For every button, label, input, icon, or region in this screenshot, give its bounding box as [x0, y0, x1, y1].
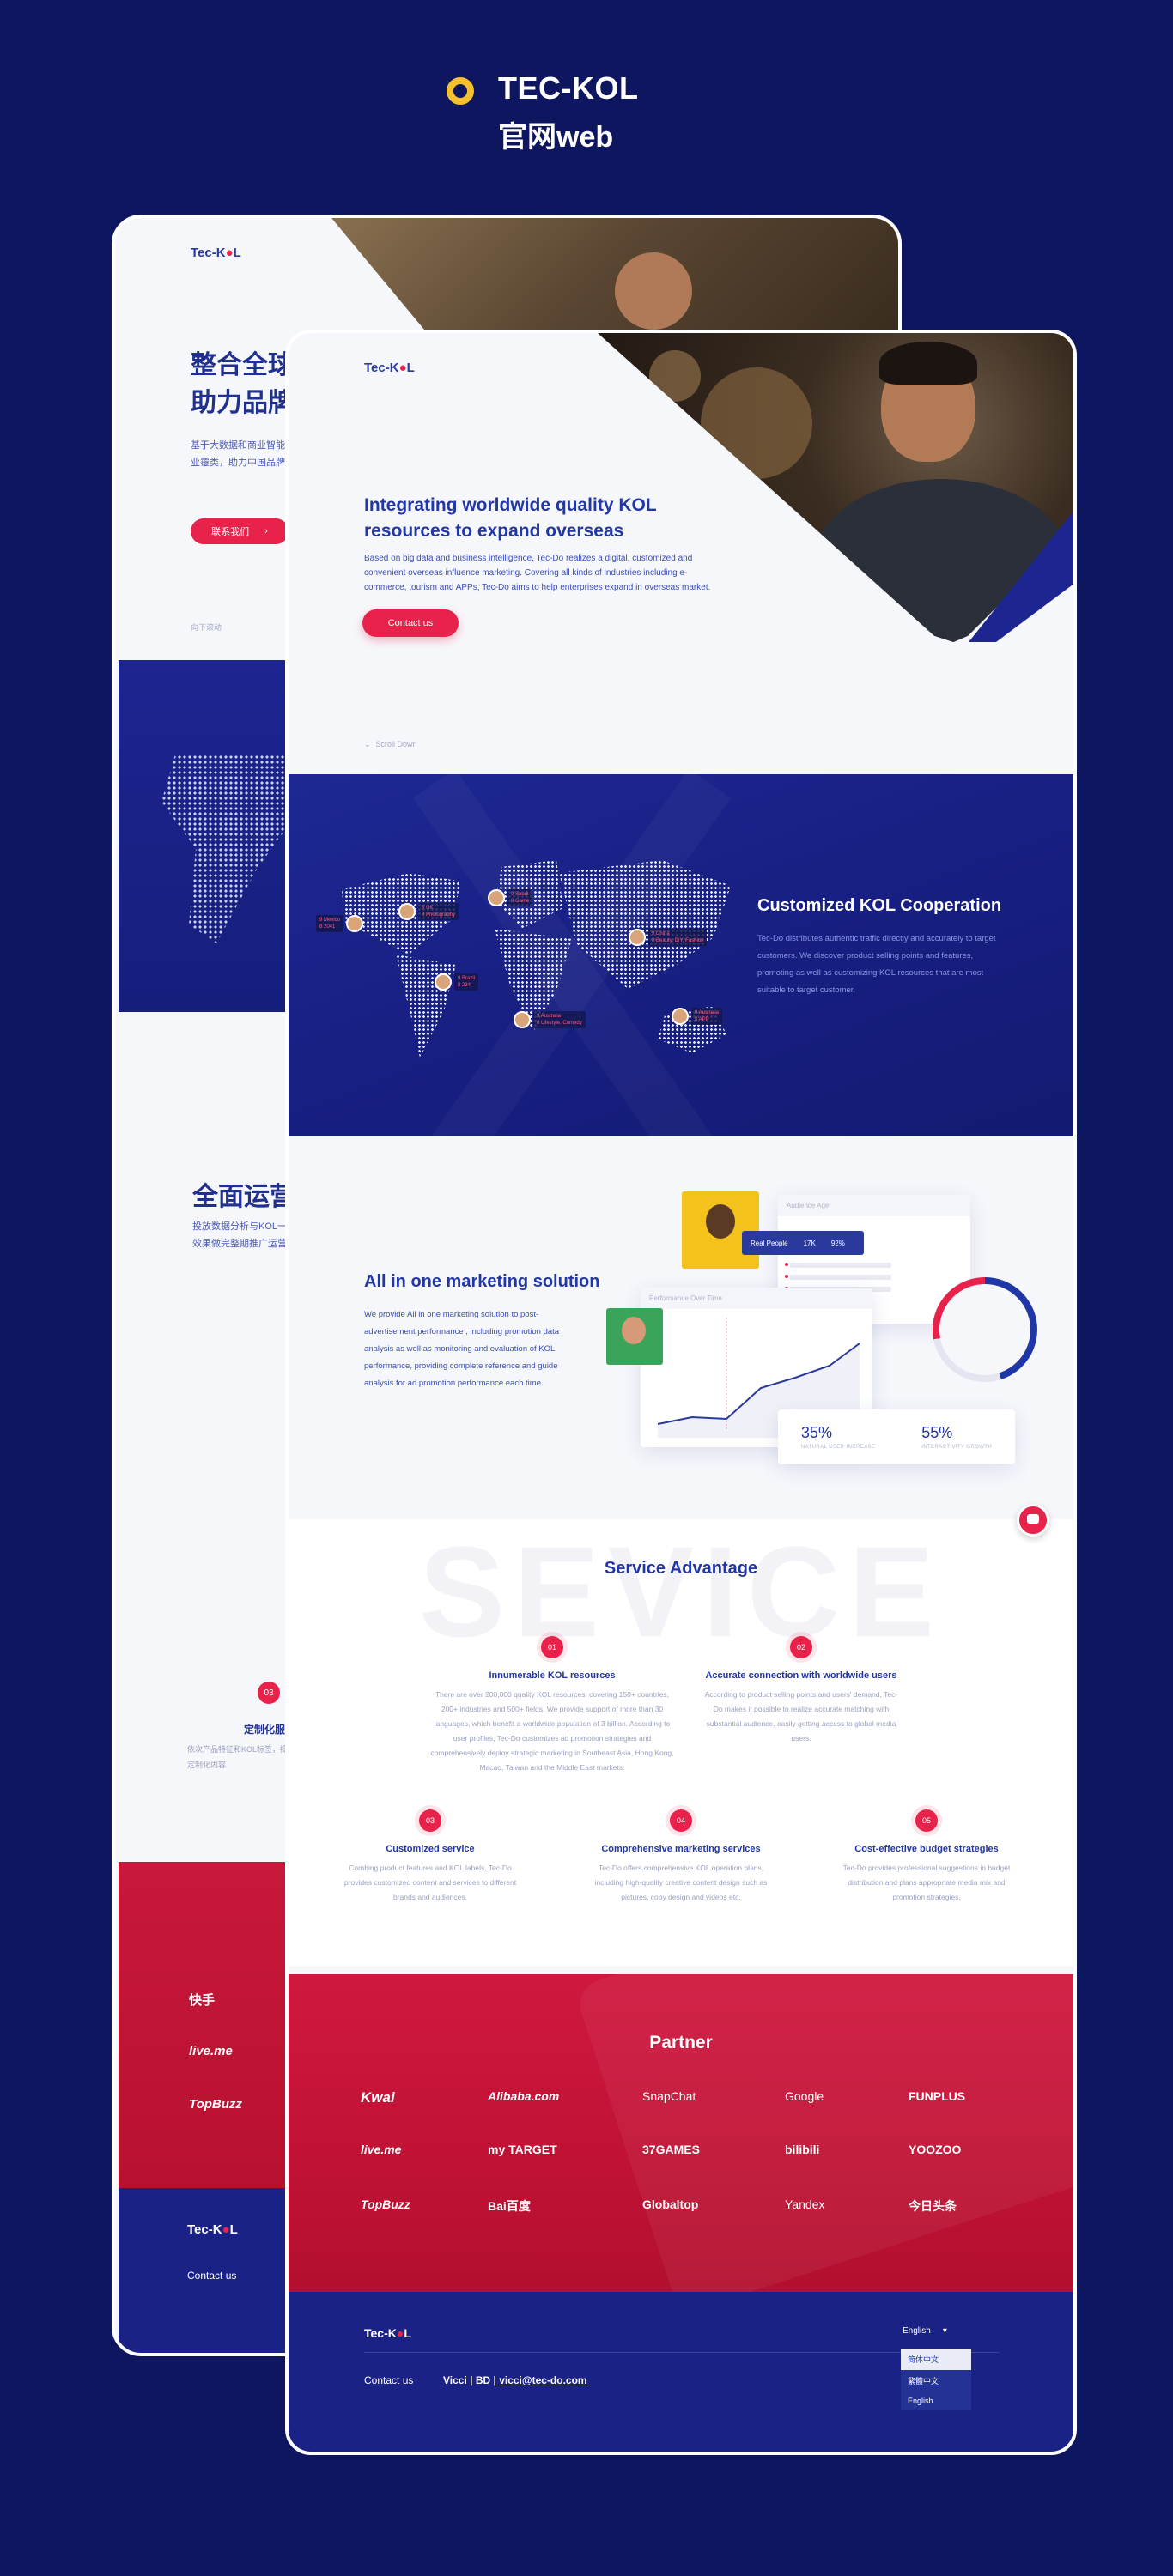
service-item: 05 Cost-effective budget strategies Tec-… — [802, 1809, 1051, 1905]
service-number: 03 — [258, 1682, 280, 1704]
influencer-photo — [606, 1308, 663, 1365]
site-logo[interactable]: Tec-K●L — [191, 245, 241, 260]
footer-contact-info: Vicci | BD | vicci@tec-do.com — [443, 2374, 587, 2386]
partner-logo-bilibili[interactable]: bilibili — [785, 2143, 819, 2156]
partner-logo[interactable]: TopBuzz — [189, 2097, 242, 2112]
english-site-preview: Tec-K●L Integrating worldwide quality KO… — [285, 330, 1077, 2455]
kol-pin[interactable]: 9 China 8 Beauty, DIY, Fashion — [629, 929, 708, 946]
partner-logo-snapchat[interactable]: SnapChat — [642, 2089, 696, 2103]
partner-logo-liveme[interactable]: live.me — [361, 2143, 401, 2156]
kol-pin[interactable]: 9 Australia 8 APP — [672, 1008, 723, 1025]
real-people-badge: Real People 17K 92% — [742, 1231, 864, 1255]
partner-logo-alibaba[interactable]: Alibaba.com — [488, 2089, 559, 2103]
partner-title: Partner — [649, 2033, 713, 2052]
marketing-title: All in one marketing solution — [364, 1272, 600, 1291]
partner-logo-kwai[interactable]: Kwai — [361, 2089, 395, 2106]
contact-us-button[interactable]: Contact us — [362, 609, 459, 637]
partner-logo-topbuzz[interactable]: TopBuzz — [361, 2197, 410, 2211]
footer-contact-label: Contact us — [364, 2374, 414, 2386]
influencer-photo — [682, 1191, 759, 1269]
page-title: TEC-KOL — [498, 70, 639, 106]
world-map — [161, 755, 299, 943]
donut-chart — [933, 1277, 1037, 1382]
email-link[interactable]: vicci@tec-do.com — [499, 2374, 586, 2386]
partner-section: Partner Kwai Alibaba.com SnapChat Google… — [289, 1974, 1073, 2292]
partner-logo-funplus[interactable]: FUNPLUS — [909, 2089, 965, 2103]
kol-pin[interactable]: 9 Saudi 8 Game — [488, 889, 533, 906]
chevron-down-icon: ▾ — [942, 2326, 947, 2336]
ring-icon — [447, 77, 474, 105]
kol-pin[interactable]: 8 UK 8 Photography — [398, 903, 459, 920]
partner-logo-mytarget[interactable]: my TARGET — [488, 2143, 557, 2156]
hero-photo — [598, 333, 1073, 642]
kol-pin[interactable]: 9 Brazil 8 234 — [435, 973, 479, 991]
kol-pin[interactable]: 9 Australia 8 Lifestyle, Comedy — [514, 1011, 586, 1028]
footer-logo[interactable]: Tec-K●L — [187, 2222, 238, 2237]
marketing-dashboard: Audience Age Real People 17K 92% Perform… — [606, 1191, 1053, 1509]
chevron-right-icon: › — [264, 526, 268, 536]
footer-contact-label: Contact us — [187, 2270, 237, 2282]
footer: Tec-K●L Contact us Vicci | BD | vicci@te… — [289, 2292, 1073, 2452]
partner-logo-globaltop[interactable]: Globaltop — [642, 2197, 698, 2211]
language-select[interactable]: English ▾ — [903, 2326, 947, 2336]
language-option[interactable]: 简体中文 — [901, 2349, 971, 2370]
scroll-down-link[interactable]: ⌄ Scroll Down — [364, 740, 417, 749]
service-item: 04 Comprehensive marketing services Tec-… — [556, 1809, 805, 1905]
service-item: 01 Innumerable KOL resources There are o… — [428, 1636, 677, 1775]
partner-logo[interactable]: live.me — [189, 2044, 233, 2058]
footer-logo[interactable]: Tec-K●L — [364, 2326, 411, 2340]
scroll-hint[interactable]: 向下滚动 — [191, 621, 222, 633]
site-logo[interactable]: Tec-K●L — [364, 361, 415, 375]
ops-title: 全面运营 — [192, 1183, 295, 1211]
chevron-down-icon: ⌄ — [364, 740, 371, 749]
hero-title: Integrating worldwide quality KOL resour… — [364, 495, 657, 541]
service-item: 03 Customized service Combing product fe… — [306, 1809, 555, 1905]
world-map — [331, 860, 735, 1066]
chat-icon[interactable] — [1017, 1504, 1049, 1537]
kol-pin[interactable]: 9 Mexico 8 2041 — [316, 915, 364, 932]
natural-user-stat: 35% NATURAL USER INCREASE — [800, 1424, 876, 1450]
kol-title: Customized KOL Cooperation — [757, 896, 1002, 915]
page-subtitle: 官网web — [498, 121, 614, 154]
partner-logo-yoozoo[interactable]: YOOZOO — [909, 2143, 961, 2156]
kol-text: Tec-Do distributes authentic traffic dir… — [757, 934, 996, 995]
partner-logo-baidu[interactable]: Bai百度 — [488, 2197, 531, 2215]
partner-logo-google[interactable]: Google — [785, 2089, 824, 2103]
language-option[interactable]: 繁體中文 — [901, 2370, 971, 2391]
stats-panel: 35% NATURAL USER INCREASE 55% INTERACTIV… — [778, 1409, 1015, 1464]
service-title: 定制化服 — [244, 1724, 286, 1736]
service-text: 依次产品特征和KOL标签，提供定制化内容 — [187, 1745, 296, 1769]
service-item: 02 Accurate connection with worldwide us… — [677, 1636, 926, 1746]
kol-map-section: 9 Mexico 8 2041 8 UK 8 Photography 9 Sau… — [289, 774, 1073, 1136]
language-option[interactable]: English — [901, 2391, 971, 2410]
partner-logo-yandex[interactable]: Yandex — [785, 2197, 824, 2211]
partner-logo-toutiao[interactable]: 今日头条 — [909, 2197, 957, 2215]
language-menu: 简体中文 繁體中文 English — [901, 2349, 971, 2410]
service-title: Service Advantage — [604, 1559, 758, 1578]
interactivity-stat: 55% INTERACTIVITY GROWTH — [921, 1424, 993, 1450]
contact-button[interactable]: 联系我们 › — [191, 518, 289, 544]
hero-text: Based on big data and business intellige… — [364, 554, 711, 592]
partner-logo[interactable]: 快手 — [189, 1991, 215, 2009]
marketing-text: We provide All in one marketing solution… — [364, 1310, 560, 1388]
hero-title: 整合全球 助力品牌 — [191, 351, 294, 417]
partner-logo-37games[interactable]: 37GAMES — [642, 2143, 700, 2156]
